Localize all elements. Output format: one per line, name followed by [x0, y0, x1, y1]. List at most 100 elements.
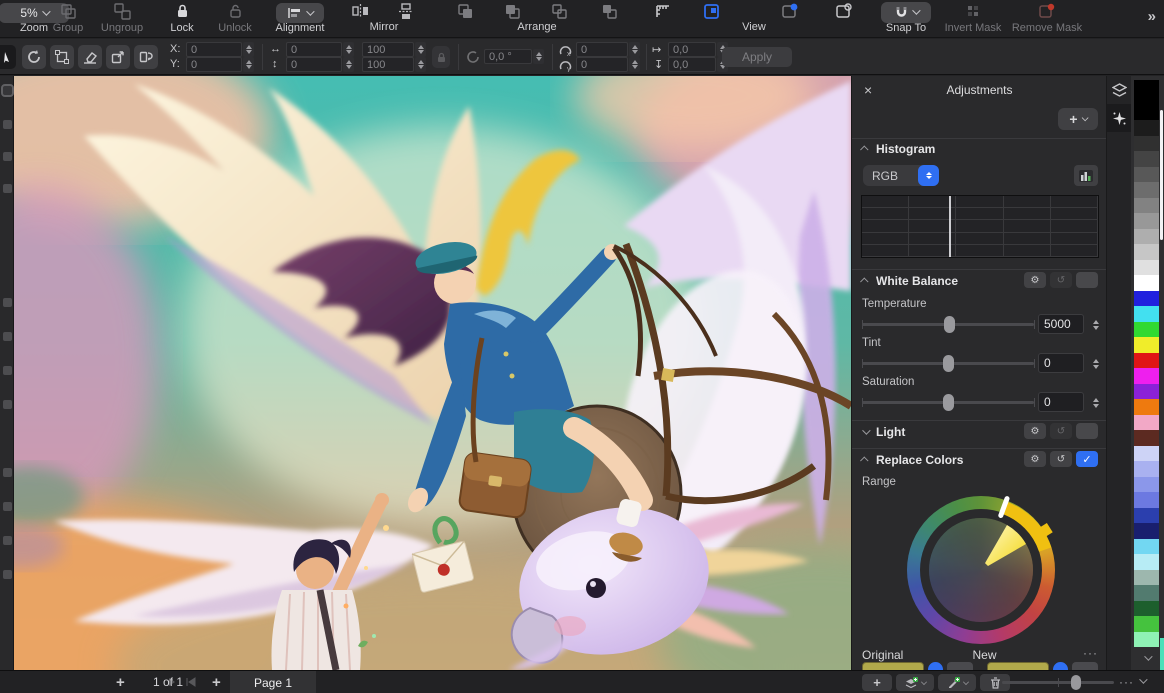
saturation-slider-handle[interactable] — [943, 394, 954, 411]
layers-tab[interactable] — [1107, 76, 1132, 104]
color-swatch[interactable] — [1134, 585, 1159, 601]
ungroup-button[interactable]: Ungroup — [94, 0, 150, 38]
ruler-corner-button[interactable] — [650, 0, 676, 38]
apply-button[interactable]: Apply — [722, 47, 792, 67]
color-swatch[interactable] — [1134, 260, 1159, 276]
skew-y-stepper[interactable] — [629, 57, 640, 72]
color-swatch[interactable] — [1134, 182, 1159, 198]
color-swatch[interactable] — [1134, 399, 1159, 415]
color-swatch[interactable] — [1134, 306, 1159, 322]
tool-stub[interactable] — [3, 468, 12, 477]
rotation-stepper[interactable] — [533, 49, 544, 64]
skew-y-input[interactable]: 0 — [576, 57, 628, 72]
skew-x-stepper[interactable] — [629, 42, 640, 57]
remove-mask-button[interactable]: Remove Mask — [1008, 0, 1086, 38]
color-swatch[interactable] — [1134, 415, 1159, 431]
light-settings-button[interactable]: ⚙ — [1024, 423, 1046, 439]
tool-stub[interactable] — [3, 332, 12, 341]
tool-stub[interactable] — [3, 570, 12, 579]
lock-button[interactable]: Lock — [160, 0, 204, 38]
tint-value[interactable]: 0 — [1038, 353, 1084, 373]
swatch-zoom-slider[interactable] — [1002, 681, 1114, 684]
color-swatch[interactable] — [1134, 244, 1159, 260]
transform-tool-button[interactable] — [50, 45, 74, 69]
swatch-library-button[interactable] — [896, 674, 934, 691]
tool-stub[interactable] — [3, 184, 12, 193]
rotation-input[interactable]: 0,0 ° — [484, 49, 532, 64]
swatches-more-scroll-button[interactable] — [1139, 675, 1145, 687]
select-tool-button[interactable] — [0, 45, 16, 69]
color-swatch[interactable] — [1134, 430, 1159, 446]
color-swatch[interactable] — [1134, 477, 1159, 493]
tool-stub[interactable] — [3, 366, 12, 375]
color-swatch[interactable] — [1134, 601, 1159, 617]
replace-colors-settings-button[interactable]: ⚙ — [1024, 451, 1046, 467]
saturation-value[interactable]: 0 — [1038, 392, 1084, 412]
close-icon[interactable]: × — [864, 82, 872, 98]
tool-stub[interactable] — [3, 86, 12, 95]
skew-x-input[interactable]: 0 — [576, 42, 628, 57]
add-adjustment-button[interactable]: + — [1058, 108, 1098, 130]
offset-y-input[interactable]: 0,0 — [668, 57, 716, 72]
x-stepper[interactable] — [243, 42, 254, 57]
rotate-tool-button[interactable] — [22, 45, 46, 69]
scale-height-input[interactable]: 100 — [362, 57, 414, 72]
replace-colors-checkbox[interactable]: ✓ — [1076, 451, 1098, 467]
alignment-button[interactable]: Alignment — [268, 0, 332, 38]
color-swatch[interactable] — [1134, 213, 1159, 229]
x-input[interactable]: 0 — [186, 42, 242, 57]
color-swatch[interactable] — [1134, 570, 1159, 586]
light-checkbox[interactable] — [1076, 423, 1098, 439]
temperature-slider-handle[interactable] — [944, 316, 955, 333]
replace-colors-more-button[interactable]: ··· — [1083, 646, 1098, 662]
color-swatch[interactable] — [1134, 508, 1159, 524]
color-swatch[interactable] — [1134, 80, 1159, 120]
color-swatch[interactable] — [1134, 275, 1159, 291]
next-page-button[interactable] — [168, 677, 176, 687]
color-swatch[interactable] — [1134, 229, 1159, 245]
tool-stub[interactable] — [3, 536, 12, 545]
pick-color-button[interactable] — [938, 674, 976, 691]
white-balance-settings-button[interactable]: ⚙ — [1024, 272, 1046, 288]
add-page-button-2[interactable]: + — [212, 674, 221, 691]
canvas-illustration[interactable] — [14, 76, 851, 670]
temperature-stepper[interactable] — [1090, 316, 1102, 333]
white-balance-reset-button[interactable]: ↺ — [1050, 272, 1072, 288]
swatches-scroll-down-button[interactable] — [1134, 651, 1159, 665]
offset-x-input[interactable]: 0,0 — [668, 42, 716, 57]
color-swatch[interactable] — [1134, 523, 1159, 539]
swatch-zoom-handle[interactable] — [1071, 675, 1081, 690]
color-range-wheel[interactable] — [907, 496, 1055, 644]
replace-colors-reset-button[interactable]: ↺ — [1050, 451, 1072, 467]
color-swatch[interactable] — [1134, 492, 1159, 508]
scale-height-stepper[interactable] — [415, 57, 426, 72]
white-balance-section-header[interactable]: White Balance — [862, 274, 958, 288]
eraser-tool-button[interactable] — [78, 45, 102, 69]
bring-forward-button[interactable] — [452, 0, 478, 38]
unlock-button[interactable]: Unlock — [210, 0, 260, 38]
color-swatch[interactable] — [1134, 539, 1159, 555]
toolbar-overflow-button[interactable]: » — [1148, 8, 1156, 25]
scale-width-input[interactable]: 100 — [362, 42, 414, 57]
height-input[interactable]: 0 — [286, 57, 342, 72]
new-color-picker[interactable] — [987, 662, 1098, 670]
color-swatch[interactable] — [1134, 616, 1159, 632]
color-swatch[interactable] — [1134, 446, 1159, 462]
tint-slider-handle[interactable] — [943, 355, 954, 372]
color-swatch[interactable] — [1134, 632, 1159, 648]
group-button[interactable]: Group — [44, 0, 92, 38]
color-swatch[interactable] — [1134, 368, 1159, 384]
color-swatch[interactable] — [1134, 291, 1159, 307]
bottom-more-button[interactable]: ··· — [1119, 675, 1134, 689]
white-balance-checkbox[interactable] — [1076, 272, 1098, 288]
tool-stub[interactable] — [3, 152, 12, 161]
lock-aspect-button[interactable] — [432, 46, 450, 68]
send-to-back-button[interactable] — [596, 0, 622, 38]
tint-stepper[interactable] — [1090, 355, 1102, 372]
color-swatch[interactable] — [1134, 198, 1159, 214]
flipbook-tool-button[interactable] — [134, 45, 158, 69]
color-swatch[interactable] — [1134, 167, 1159, 183]
swatches-scrollbar[interactable] — [1160, 110, 1163, 240]
light-section-header[interactable]: Light — [862, 425, 905, 439]
outline-view-button[interactable] — [832, 0, 858, 38]
